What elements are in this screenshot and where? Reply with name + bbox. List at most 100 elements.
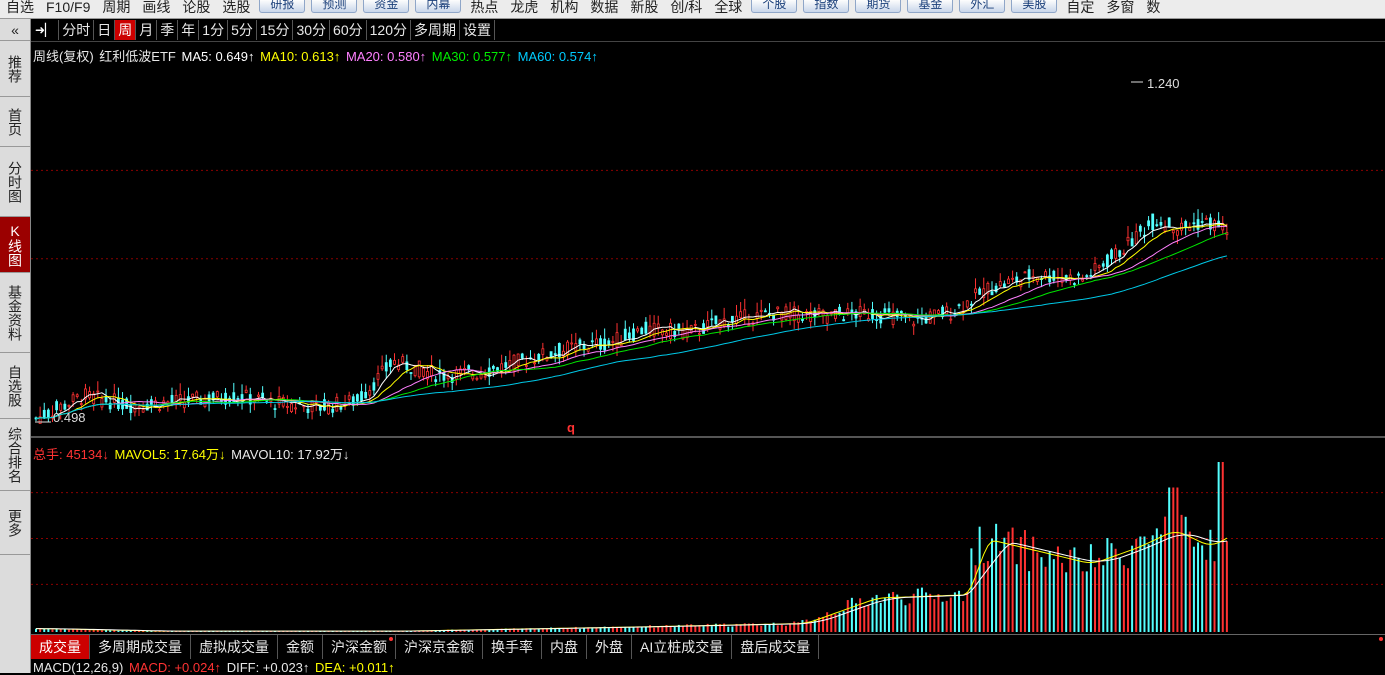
- indicator-tab-5[interactable]: 沪深京金额: [396, 635, 483, 659]
- top-menu-item[interactable]: 自选: [0, 0, 40, 18]
- volume-bar: [558, 629, 561, 632]
- volume-bar: [673, 626, 676, 632]
- indicator-tab-8[interactable]: 外盘: [587, 635, 632, 659]
- candle-body: [1134, 231, 1138, 245]
- volume-bar: [855, 603, 858, 632]
- top-menu-item[interactable]: 热点: [464, 0, 504, 18]
- top-menu-item[interactable]: 新股: [624, 0, 664, 18]
- volume-bar: [999, 550, 1002, 632]
- top-menu-item[interactable]: 多窗: [1100, 0, 1140, 18]
- period-tab-5[interactable]: 年: [178, 20, 200, 40]
- kline-chart[interactable]: [31, 42, 1385, 634]
- period-tab-1[interactable]: 日: [94, 20, 116, 40]
- top-menu-item[interactable]: 创/科: [664, 0, 708, 18]
- indicator-tab-9[interactable]: AI立桩成交量: [632, 635, 733, 659]
- top-menu-item[interactable]: 周期: [96, 0, 136, 18]
- top-menu-button[interactable]: 美股: [1011, 0, 1058, 13]
- indicator-tab-6[interactable]: 换手率: [483, 635, 542, 659]
- period-tab-6[interactable]: 1分: [199, 20, 229, 40]
- candle-body: [759, 309, 763, 312]
- top-menu-item[interactable]: F10/F9: [40, 0, 96, 18]
- top-menu-item[interactable]: 数: [1140, 0, 1166, 18]
- top-menu-button[interactable]: 期货: [855, 0, 902, 13]
- candle-body: [578, 339, 582, 345]
- volume-bar: [1102, 565, 1105, 632]
- top-menu-button[interactable]: 资金: [363, 0, 410, 13]
- candle-body: [541, 348, 545, 355]
- period-tab-9[interactable]: 30分: [293, 20, 331, 40]
- candle-body: [747, 324, 751, 326]
- candle-body: [55, 401, 59, 411]
- candle-body: [1052, 270, 1056, 281]
- candle-body: [356, 394, 359, 402]
- sidebar-item-1[interactable]: 首页: [0, 97, 30, 147]
- volume-bar: [780, 624, 783, 632]
- sidebar-item-4[interactable]: 基金资料: [0, 273, 30, 353]
- candle-body: [364, 391, 368, 399]
- period-tab-13[interactable]: 设置: [460, 20, 495, 40]
- sidebar-item-5[interactable]: 自选股: [0, 353, 30, 419]
- candle-body: [607, 340, 611, 345]
- candle-body: [360, 391, 363, 401]
- period-tab-2[interactable]: 周: [115, 20, 137, 40]
- volume-bar: [1151, 535, 1154, 632]
- top-menu-button[interactable]: 研报: [259, 0, 306, 13]
- sidebar-item-7[interactable]: 更多: [0, 491, 30, 555]
- volume-bar: [925, 592, 928, 632]
- candle-body: [623, 328, 627, 341]
- sidebar-item-3[interactable]: K线图: [0, 217, 30, 273]
- volume-bar: [879, 602, 882, 632]
- period-tab-0[interactable]: 分时: [59, 20, 95, 40]
- top-menu-button[interactable]: 内幕: [415, 0, 462, 13]
- indicator-tab-0[interactable]: 成交量: [31, 635, 90, 659]
- pin-arrow-icon[interactable]: ➜▏: [31, 20, 60, 40]
- indicator-tab-10[interactable]: 盘后成交量: [732, 635, 820, 659]
- indicator-tab-3[interactable]: 金额: [278, 635, 323, 659]
- period-tab-11[interactable]: 120分: [367, 20, 411, 40]
- volume-bar: [1201, 545, 1204, 632]
- top-menu-item[interactable]: 龙虎: [504, 0, 544, 18]
- top-menu-button[interactable]: 指数: [803, 0, 850, 13]
- top-menu-item[interactable]: 数据: [584, 0, 624, 18]
- sidebar-item-6[interactable]: 综合排名: [0, 419, 30, 491]
- top-menu-button[interactable]: 个股: [751, 0, 798, 13]
- top-menu-button[interactable]: 外汇: [959, 0, 1006, 13]
- volume-bar: [84, 629, 87, 632]
- candle-body: [611, 340, 615, 344]
- top-menu-item[interactable]: 选股: [216, 0, 256, 18]
- top-menu-item[interactable]: 画线: [136, 0, 176, 18]
- volume-bar: [1180, 514, 1183, 632]
- top-menu-button[interactable]: 基金: [907, 0, 954, 13]
- candle-body: [1147, 220, 1150, 227]
- top-menu-item[interactable]: 自定: [1060, 0, 1100, 18]
- sidebar-item-0[interactable]: 推荐: [0, 41, 30, 97]
- sidebar-item-2[interactable]: 分时图: [0, 147, 30, 217]
- candle-body: [817, 308, 821, 312]
- mavol10-label: MAVOL10: 17.92万↓: [231, 447, 350, 462]
- volume-bar: [1052, 559, 1055, 632]
- indicator-tab-2[interactable]: 虚拟成交量: [191, 635, 278, 659]
- period-tab-4[interactable]: 季: [157, 20, 179, 40]
- collapse-sidebar-button[interactable]: «: [0, 19, 30, 41]
- indicator-tab-7[interactable]: 内盘: [542, 635, 587, 659]
- volume-bar: [937, 594, 940, 632]
- indicator-tab-1[interactable]: 多周期成交量: [90, 635, 191, 659]
- period-tab-7[interactable]: 5分: [228, 20, 257, 40]
- period-tab-3[interactable]: 月: [136, 20, 158, 40]
- volume-bar: [966, 591, 969, 632]
- period-tab-10[interactable]: 60分: [330, 20, 367, 40]
- candle-body: [1085, 275, 1089, 277]
- volume-bar: [768, 624, 771, 632]
- candle-body: [96, 390, 100, 393]
- top-menu-button[interactable]: 预测: [311, 0, 358, 13]
- period-tab-8[interactable]: 15分: [257, 20, 294, 40]
- top-menu-item[interactable]: 机构: [544, 0, 584, 18]
- candle-body: [63, 403, 67, 410]
- volume-bar: [1089, 544, 1092, 632]
- volume-bar: [986, 561, 989, 632]
- top-menu-item[interactable]: 论股: [176, 0, 216, 18]
- indicator-tab-4[interactable]: 沪深金额: [323, 635, 396, 659]
- top-menu-item[interactable]: 全球: [708, 0, 748, 18]
- period-tab-12[interactable]: 多周期: [411, 20, 460, 40]
- candle-body: [615, 332, 619, 348]
